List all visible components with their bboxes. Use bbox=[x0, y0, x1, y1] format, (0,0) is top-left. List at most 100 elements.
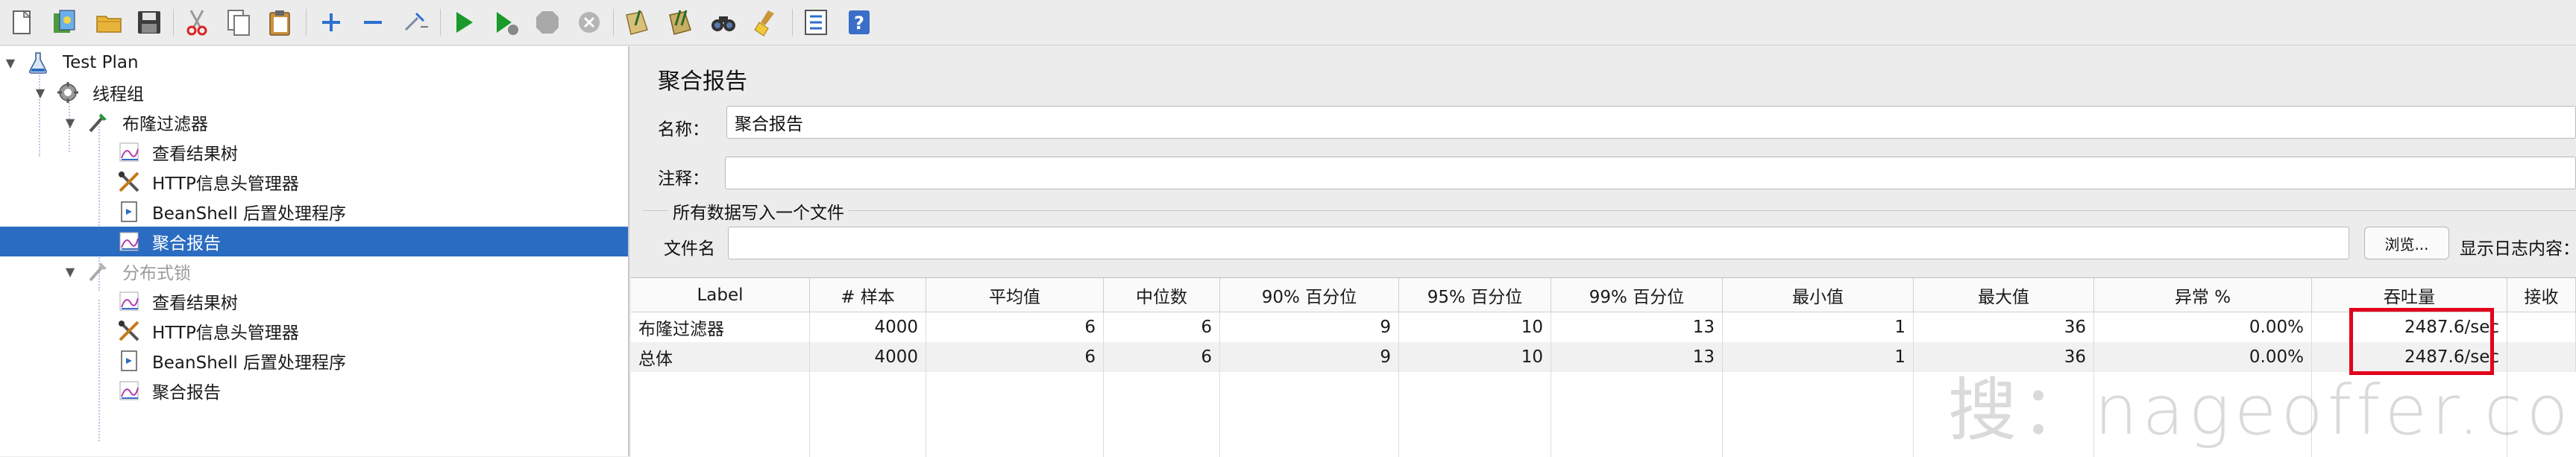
table-cell: 10 bbox=[1399, 342, 1551, 372]
save-icon[interactable] bbox=[131, 4, 167, 40]
help-icon[interactable]: ? bbox=[841, 4, 877, 40]
table-cell: 4000 bbox=[810, 312, 926, 342]
pipette-icon bbox=[85, 259, 110, 284]
column-header[interactable]: 异常 % bbox=[2094, 278, 2312, 312]
tree-item-label: HTTP信息头管理器 bbox=[152, 324, 299, 343]
tree-item-label: 布隆过滤器 bbox=[122, 115, 208, 134]
tree-item-http-header-manager[interactable]: HTTP信息头管理器 bbox=[0, 167, 628, 197]
table-cell: 9 bbox=[1220, 312, 1399, 342]
table-cell: 0.00% bbox=[2094, 312, 2312, 342]
pipette-icon bbox=[85, 110, 110, 135]
tree-item-aggregate-report[interactable]: 聚合报告 bbox=[0, 376, 628, 406]
gear-icon bbox=[55, 80, 81, 105]
column-header[interactable]: 中位数 bbox=[1104, 278, 1220, 312]
panel-title: 聚合报告 bbox=[658, 69, 747, 95]
comment-field[interactable] bbox=[725, 157, 2576, 189]
column-header[interactable]: # 样本 bbox=[810, 278, 926, 312]
table-cell: 6 bbox=[1104, 342, 1220, 372]
browse-button[interactable]: 浏览... bbox=[2364, 227, 2449, 259]
name-field[interactable]: 聚合报告 bbox=[726, 106, 2576, 139]
svg-text:?: ? bbox=[854, 13, 864, 34]
tree-item-test-plan[interactable]: ▼ Test Plan bbox=[0, 48, 628, 78]
new-icon[interactable] bbox=[4, 4, 40, 40]
script-icon bbox=[116, 348, 142, 374]
tree-item-label: Test Plan bbox=[63, 53, 139, 72]
column-header[interactable]: 最大值 bbox=[1914, 278, 2094, 312]
watermark-text: 搜：nageoffer.com bbox=[1948, 371, 2576, 450]
shutdown-icon[interactable] bbox=[571, 4, 607, 40]
filename-field[interactable] bbox=[728, 227, 2349, 259]
chevron-down-icon[interactable]: ▼ bbox=[63, 264, 78, 279]
tree-item-bloom-filter[interactable]: ▼ 布隆过滤器 bbox=[0, 107, 628, 137]
graph-icon bbox=[116, 378, 142, 403]
tree-item-beanshell-postprocessor[interactable]: BeanShell 后置处理程序 bbox=[0, 346, 628, 376]
table-cell: 布隆过滤器 bbox=[631, 312, 810, 342]
chevron-down-icon[interactable]: ▼ bbox=[3, 55, 18, 70]
expand-icon[interactable] bbox=[313, 4, 349, 40]
templates-icon[interactable] bbox=[46, 4, 82, 40]
tree-item-thread-group[interactable]: ▼ 线程组 bbox=[0, 78, 628, 107]
tree-item-view-results-tree[interactable]: 查看结果树 bbox=[0, 286, 628, 316]
column-header[interactable]: 95% 百分位 bbox=[1399, 278, 1551, 312]
column-header[interactable]: 90% 百分位 bbox=[1220, 278, 1399, 312]
chevron-down-icon[interactable]: ▼ bbox=[63, 115, 78, 130]
start-no-pauses-icon[interactable] bbox=[488, 4, 524, 40]
column-header[interactable]: 平均值 bbox=[926, 278, 1104, 312]
tree-item-label: BeanShell 后置处理程序 bbox=[152, 204, 347, 224]
start-icon[interactable] bbox=[446, 4, 482, 40]
tree-item-beanshell-postprocessor[interactable]: BeanShell 后置处理程序 bbox=[0, 197, 628, 227]
paste-icon[interactable] bbox=[263, 4, 298, 40]
stop-icon[interactable] bbox=[530, 4, 565, 40]
tree-item-view-results-tree[interactable]: 查看结果树 bbox=[0, 137, 628, 167]
graph-icon bbox=[116, 139, 142, 165]
copy-icon[interactable] bbox=[221, 4, 257, 40]
table-cell: 总体 bbox=[631, 342, 810, 372]
tree-item-label: 查看结果树 bbox=[152, 294, 238, 313]
table-cell: 10 bbox=[1399, 312, 1551, 342]
table-cell: 1 bbox=[1723, 312, 1914, 342]
tree-item-label: 查看结果树 bbox=[152, 145, 238, 164]
cut-icon[interactable] bbox=[179, 4, 215, 40]
function-helper-icon[interactable] bbox=[798, 4, 834, 40]
table-cell: 6 bbox=[926, 342, 1104, 372]
clear-all-icon[interactable] bbox=[662, 4, 698, 40]
tools-icon bbox=[116, 169, 142, 195]
table-cell: 36 bbox=[1914, 312, 2094, 342]
test-plan-tree: ▼ Test Plan ▼ 线程组 ▼ 布隆过滤器 查看结果树 HTTP信息头管… bbox=[0, 46, 629, 456]
reset-search-icon[interactable] bbox=[749, 4, 785, 40]
search-icon[interactable] bbox=[706, 4, 741, 40]
name-label: 名称： bbox=[658, 120, 709, 139]
tree-item-label: HTTP信息头管理器 bbox=[152, 174, 299, 194]
tree-item-http-header-manager[interactable]: HTTP信息头管理器 bbox=[0, 316, 628, 346]
column-header[interactable]: 最小值 bbox=[1723, 278, 1914, 312]
table-cell: 6 bbox=[1104, 312, 1220, 342]
tree-item-label: BeanShell 后置处理程序 bbox=[152, 353, 347, 373]
collapse-icon[interactable] bbox=[355, 4, 391, 40]
flask-icon bbox=[25, 50, 51, 75]
table-cell: 13 bbox=[1551, 342, 1723, 372]
graph-icon bbox=[116, 289, 142, 314]
column-header[interactable]: 99% 百分位 bbox=[1551, 278, 1723, 312]
column-header[interactable]: 接收 bbox=[2507, 278, 2576, 312]
chevron-down-icon[interactable]: ▼ bbox=[33, 85, 48, 100]
tree-item-distributed-lock[interactable]: ▼ 分布式锁 bbox=[0, 256, 628, 286]
script-icon bbox=[116, 199, 142, 224]
table-cell: 4000 bbox=[810, 342, 926, 372]
clear-icon[interactable] bbox=[619, 4, 655, 40]
table-cell: 13 bbox=[1551, 312, 1723, 342]
column-header[interactable]: Label bbox=[631, 278, 810, 312]
toolbar: ? bbox=[0, 0, 2576, 45]
tree-item-aggregate-report[interactable]: 聚合报告 bbox=[0, 227, 628, 256]
filename-label: 文件名 bbox=[664, 239, 715, 259]
log-display-label: 显示日志内容： bbox=[2460, 239, 2576, 259]
file-group-label: 所有数据写入一个文件 bbox=[668, 198, 849, 224]
graph-icon bbox=[116, 229, 142, 254]
tree-item-label: 分布式锁 bbox=[122, 264, 191, 283]
tree-item-label: 线程组 bbox=[92, 85, 144, 104]
tools-icon bbox=[116, 318, 142, 344]
table-cell: 9 bbox=[1220, 342, 1399, 372]
open-icon[interactable] bbox=[91, 4, 127, 40]
comment-label: 注释： bbox=[658, 169, 709, 189]
toggle-icon[interactable] bbox=[397, 4, 433, 40]
table-cell: 6 bbox=[926, 312, 1104, 342]
